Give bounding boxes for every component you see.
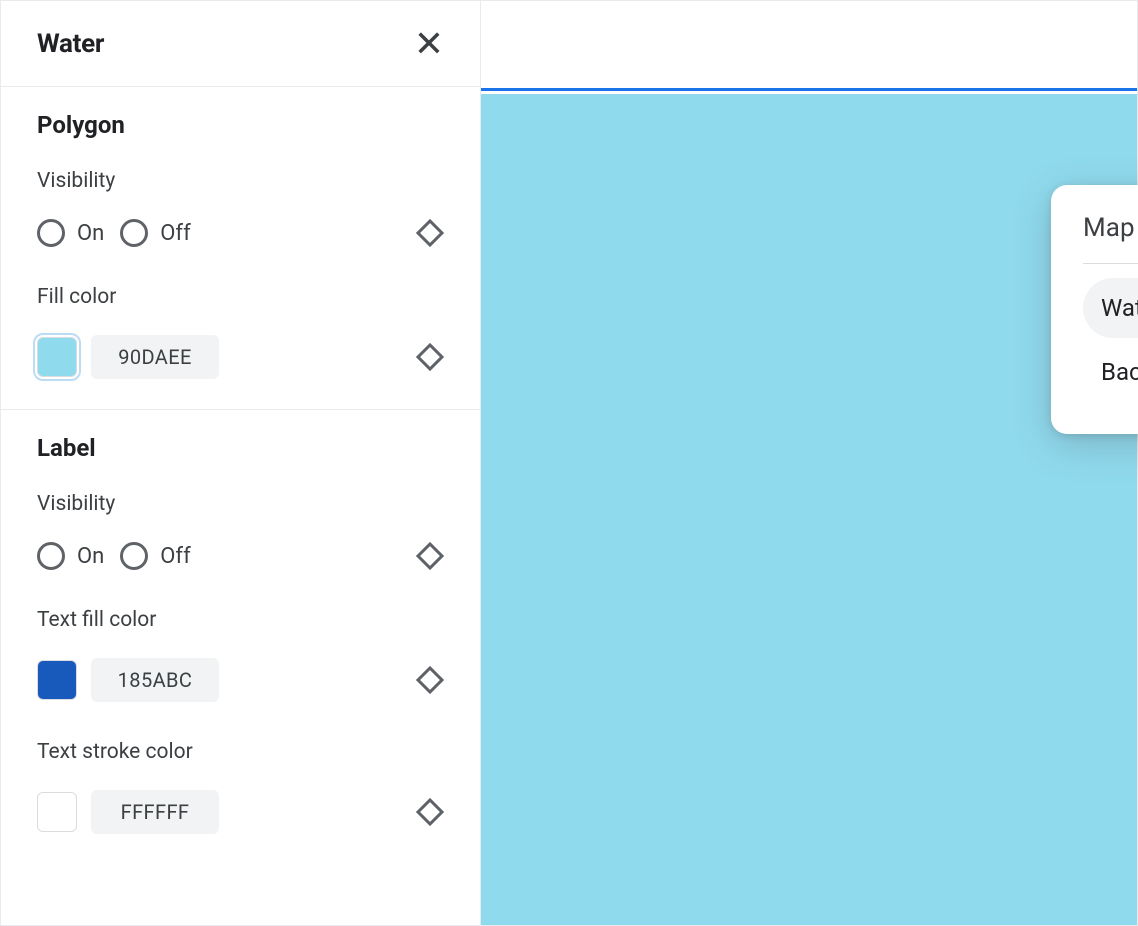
style-sidebar: Water ✕ Polygon Visibility On Off xyxy=(1,1,481,925)
radio-off-label: Off xyxy=(160,221,190,246)
polygon-visibility-label: Visibility xyxy=(37,169,444,193)
map-features-popover: Map features ✕ Water Background xyxy=(1051,185,1138,434)
popover-divider xyxy=(1083,263,1138,264)
section-polygon-title: Polygon xyxy=(37,111,444,139)
polygon-fill-label: Fill color xyxy=(37,285,444,309)
sidebar-title: Water xyxy=(37,29,104,59)
polygon-visibility-on[interactable]: On xyxy=(37,219,104,247)
override-diamond-icon[interactable] xyxy=(416,343,444,371)
radio-icon xyxy=(120,542,148,570)
canvas-water-layer xyxy=(481,94,1137,925)
radio-icon xyxy=(37,542,65,570)
close-icon[interactable]: ✕ xyxy=(414,26,444,62)
radio-on-label: On xyxy=(77,221,104,246)
override-diamond-icon[interactable] xyxy=(416,666,444,694)
override-diamond-icon[interactable] xyxy=(416,542,444,570)
section-label: Label Visibility On Off Text fill color xyxy=(1,410,480,864)
polygon-visibility-off[interactable]: Off xyxy=(120,219,190,247)
popover-title: Map features xyxy=(1083,213,1138,243)
section-polygon: Polygon Visibility On Off Fill color xyxy=(1,87,480,410)
section-label-title: Label xyxy=(37,434,444,462)
radio-icon xyxy=(37,219,65,247)
label-visibility-on[interactable]: On xyxy=(37,542,104,570)
polygon-fill-hex[interactable]: 90DAEE xyxy=(91,335,219,379)
label-textstroke-hex[interactable]: FFFFFF xyxy=(91,790,219,834)
label-textstroke-swatch[interactable] xyxy=(37,792,77,832)
polygon-fill-swatch[interactable] xyxy=(37,337,77,377)
canvas-top-blank xyxy=(481,1,1137,91)
override-diamond-icon[interactable] xyxy=(416,219,444,247)
radio-icon xyxy=(120,219,148,247)
polygon-visibility-radios: On Off xyxy=(37,219,191,247)
map-canvas[interactable]: Map features ✕ Water Background xyxy=(481,1,1137,925)
sidebar-header: Water ✕ xyxy=(1,1,480,87)
label-textfill-hex[interactable]: 185ABC xyxy=(91,658,219,702)
popover-item-background[interactable]: Background xyxy=(1083,342,1138,402)
radio-on-label: On xyxy=(77,544,104,569)
label-textfill-swatch[interactable] xyxy=(37,660,77,700)
radio-off-label: Off xyxy=(160,544,190,569)
popover-item-water[interactable]: Water xyxy=(1083,278,1138,338)
app-root: Water ✕ Polygon Visibility On Off xyxy=(1,1,1137,925)
label-visibility-radios: On Off xyxy=(37,542,191,570)
popover-header: Map features ✕ xyxy=(1083,213,1138,243)
label-visibility-off[interactable]: Off xyxy=(120,542,190,570)
override-diamond-icon[interactable] xyxy=(416,798,444,826)
label-textstroke-label: Text stroke color xyxy=(37,740,444,764)
label-textfill-label: Text fill color xyxy=(37,608,444,632)
label-visibility-label: Visibility xyxy=(37,492,444,516)
